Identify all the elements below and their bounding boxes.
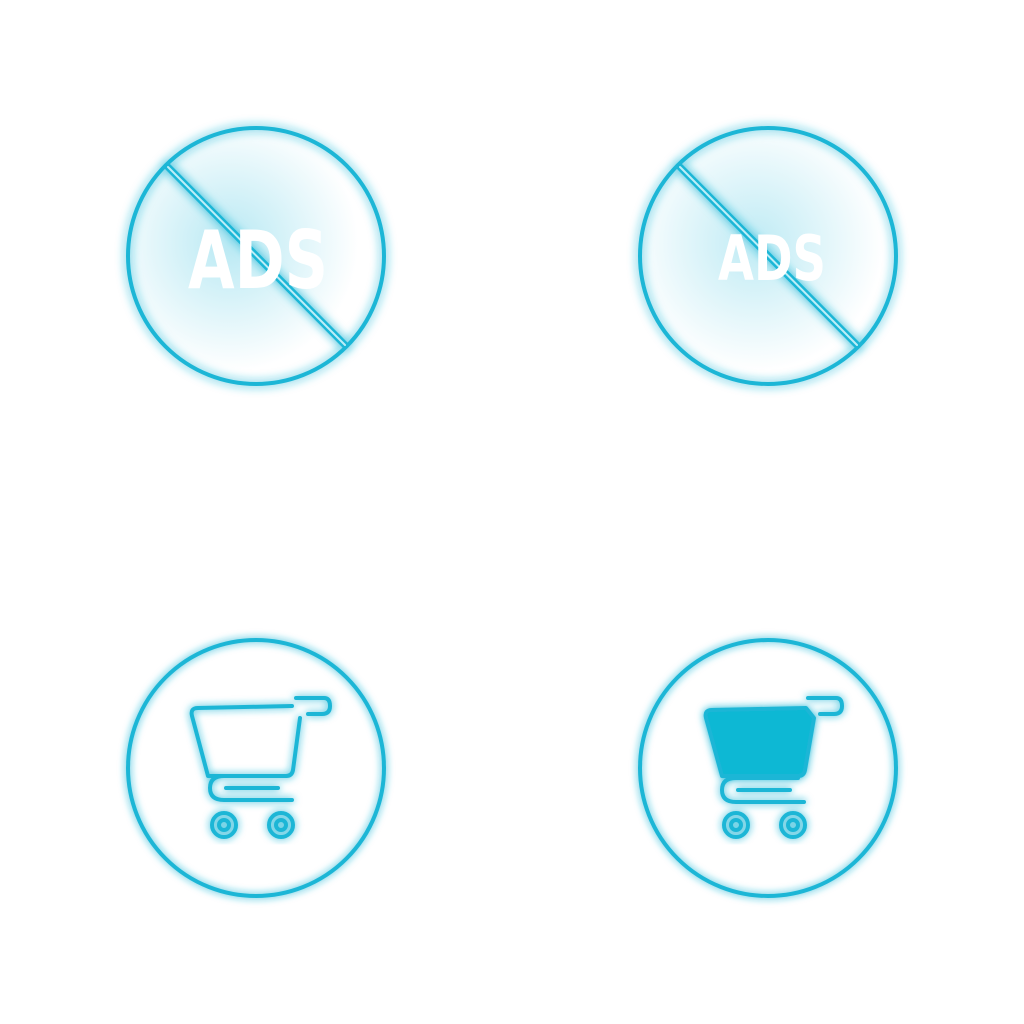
circle-outline xyxy=(126,638,386,898)
shopping-cart-outline xyxy=(116,628,396,908)
ads-label: ADS xyxy=(188,214,328,307)
no-ads-icon-large: ADS xyxy=(116,116,396,396)
cart-wheels xyxy=(722,811,807,839)
no-ads-icon: ADS xyxy=(126,126,386,386)
no-ads-icon-small: ADS xyxy=(628,116,908,396)
cart-shape xyxy=(703,696,844,804)
cart-wheels xyxy=(210,811,295,839)
shopping-cart-filled xyxy=(628,628,908,908)
icon-set-canvas: ADS ADS xyxy=(0,0,1024,1024)
shopping-cart-icon xyxy=(638,638,898,898)
shopping-cart-icon xyxy=(126,638,386,898)
ads-label: ADS xyxy=(718,222,826,295)
no-ads-icon: ADS xyxy=(638,126,898,386)
cart-shape xyxy=(189,696,332,802)
